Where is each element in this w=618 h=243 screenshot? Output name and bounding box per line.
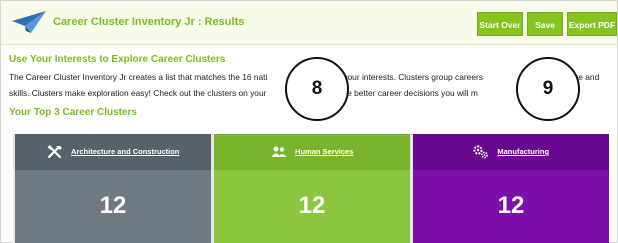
- export-pdf-button[interactable]: Export PDF: [567, 12, 617, 36]
- tools-icon: [47, 145, 62, 159]
- callout-marker-9: 9: [516, 57, 580, 121]
- intro-text-1b: to your interests. Clusters group career…: [334, 72, 483, 82]
- top-clusters-heading: Your Top 3 Career Clusters: [9, 107, 137, 118]
- cluster-card-human-services: Human Services 12: [214, 134, 410, 243]
- start-over-button[interactable]: Start Over: [477, 12, 523, 36]
- cluster-link-human-services[interactable]: Human Services: [295, 147, 353, 156]
- cluster-card-manufacturing: Manufacturing 12: [413, 134, 609, 243]
- cluster-card-header: Manufacturing: [413, 134, 609, 170]
- cluster-cards: Architecture and Construction 12 Human S…: [13, 134, 609, 243]
- cluster-card-header: Human Services: [214, 134, 410, 170]
- save-button[interactable]: Save: [527, 12, 563, 36]
- gears-icon: [473, 145, 488, 159]
- cluster-link-architecture[interactable]: Architecture and Construction: [71, 147, 179, 156]
- header-bar: Career Cluster Inventory Jr : Results St…: [1, 1, 617, 45]
- interests-heading: Use Your Interests to Explore Career Clu…: [9, 54, 226, 65]
- intro-text-1a: The Career Cluster Inventory Jr creates …: [9, 72, 268, 82]
- cluster-card-header: Architecture and Construction: [15, 134, 211, 170]
- people-icon: [271, 146, 287, 157]
- cluster-score: 12: [298, 192, 326, 219]
- cluster-score: 12: [99, 192, 127, 219]
- intro-text-2b: ow the better career decisions you will …: [327, 88, 478, 98]
- paper-plane-icon: [12, 11, 46, 33]
- cluster-card-architecture: Architecture and Construction 12: [15, 134, 211, 243]
- intro-text-2a: skills. Clusters make exploration easy! …: [9, 88, 267, 98]
- cluster-link-manufacturing[interactable]: Manufacturing: [497, 147, 549, 156]
- cluster-score: 12: [497, 192, 525, 219]
- callout-marker-8: 8: [285, 57, 349, 121]
- app-title: Career Cluster Inventory Jr : Results: [53, 16, 245, 28]
